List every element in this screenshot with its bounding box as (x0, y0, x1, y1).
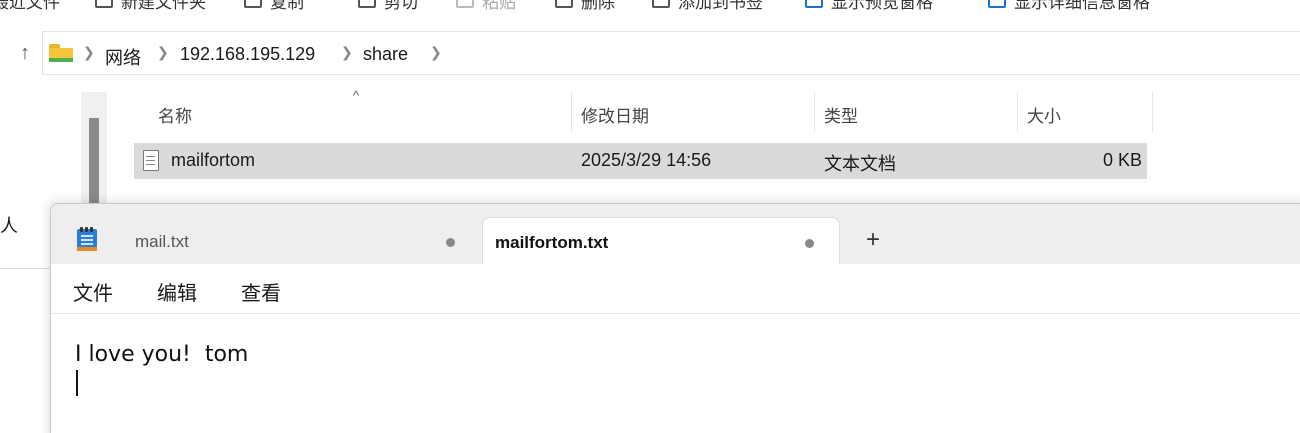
notepad-menu-bar: 文件 编辑 查看 (51, 264, 1300, 314)
cut-label: 剪切 (384, 0, 418, 12)
toolbar-add-bookmark[interactable]: 添加到书签 (652, 0, 763, 12)
menu-edit[interactable]: 编辑 (157, 277, 197, 306)
paste-icon (456, 0, 474, 8)
preview-pane-icon (805, 0, 823, 8)
column-divider[interactable] (1017, 92, 1018, 132)
scrollbar-thumb[interactable] (89, 118, 99, 212)
paste-label: 粘贴 (482, 0, 516, 12)
file-modified: 2025/3/29 14:56 (581, 150, 712, 170)
delete-icon (555, 0, 573, 8)
chevron-right-icon[interactable]: ❯ (430, 44, 442, 61)
notepad-window: mail.txt mailfortom.txt + 文件 编辑 查看 I lov… (50, 203, 1300, 433)
add-bookmark-label: 添加到书签 (678, 0, 763, 12)
tab-mailfortom-txt[interactable]: mailfortom.txt (482, 217, 840, 265)
breadcrumb-network[interactable]: 网络 (105, 44, 141, 70)
column-divider[interactable] (571, 92, 572, 132)
address-bar[interactable]: ❯ 网络 ❯ 192.168.195.129 ❯ share ❯ (42, 31, 1300, 75)
file-name: mailfortom (171, 150, 256, 170)
column-header-name[interactable]: 名称 (158, 102, 192, 127)
nav-pane-scrollbar[interactable] (81, 92, 107, 212)
column-header-modified[interactable]: 修改日期 (581, 102, 649, 127)
editor-text-line: I love you! tom (75, 342, 249, 367)
nav-pane-divider (0, 268, 50, 269)
bookmark-icon (652, 0, 670, 8)
recent-files-label: 最近文件 (0, 0, 60, 12)
new-folder-icon (95, 0, 113, 8)
text-editor[interactable]: I love you! tom (51, 315, 1300, 433)
breadcrumb-share[interactable]: share (363, 44, 408, 65)
tab-mail-txt[interactable]: mail.txt (109, 217, 466, 265)
toolbar-details-pane[interactable]: 显示详细信息窗格 (988, 0, 1150, 12)
file-type: 文本文档 (824, 154, 896, 174)
chevron-right-icon[interactable]: ❯ (83, 44, 95, 61)
toolbar-paste[interactable]: 粘贴 (456, 0, 516, 12)
column-header-type[interactable]: 类型 (824, 102, 858, 127)
delete-label: 删除 (581, 0, 615, 12)
copy-label: 复制 (270, 0, 304, 12)
folder-icon (49, 44, 73, 64)
menu-view[interactable]: 查看 (241, 277, 281, 306)
new-tab-button[interactable]: + (866, 228, 880, 252)
chevron-right-icon[interactable]: ❯ (157, 44, 169, 61)
column-header-size[interactable]: 大小 (1027, 102, 1061, 127)
toolbar-cut[interactable]: 剪切 (358, 0, 418, 12)
nav-pane-item-fragment[interactable]: 人 (0, 212, 18, 238)
address-bar-row: ↑ ❯ 网络 ❯ 192.168.195.129 ❯ share ❯ (0, 30, 1300, 76)
text-caret (76, 370, 78, 396)
column-divider[interactable] (814, 92, 815, 132)
file-size: 0 KB (1103, 150, 1143, 170)
notepad-tab-bar: mail.txt mailfortom.txt + (51, 204, 1300, 265)
menu-file[interactable]: 文件 (73, 277, 113, 306)
sort-ascending-icon: ^ (353, 88, 360, 103)
tab-title: mail.txt (135, 232, 189, 251)
toolbar-new-folder[interactable]: 新建文件夹 (95, 0, 206, 12)
chevron-right-icon[interactable]: ❯ (341, 44, 353, 61)
copy-icon (244, 0, 262, 8)
toolbar-delete[interactable]: 删除 (555, 0, 615, 12)
toolbar-copy[interactable]: 复制 (244, 0, 304, 12)
cut-icon (358, 0, 376, 8)
explorer-toolbar: 最近文件 新建文件夹 复制 剪切 粘贴 删除 添加到书签 显示预览窗格 显示详细… (0, 0, 1300, 12)
unsaved-dot-icon[interactable] (805, 239, 814, 248)
details-pane-icon (988, 0, 1006, 8)
up-arrow-icon[interactable]: ↑ (14, 40, 36, 66)
tab-title: mailfortom.txt (495, 233, 609, 252)
breadcrumb-host[interactable]: 192.168.195.129 (180, 44, 315, 65)
toolbar-recent-files[interactable]: 最近文件 (0, 0, 60, 12)
toolbar-preview-pane[interactable]: 显示预览窗格 (805, 0, 933, 12)
details-pane-label: 显示详细信息窗格 (1014, 0, 1150, 12)
unsaved-dot-icon[interactable] (446, 238, 455, 247)
text-file-icon (143, 150, 159, 171)
column-divider[interactable] (1152, 92, 1153, 132)
file-row[interactable]: mailfortom 2025/3/29 14:56 文本文档 0 KB (134, 143, 1147, 179)
new-folder-label: 新建文件夹 (121, 0, 206, 12)
preview-pane-label: 显示预览窗格 (831, 0, 933, 12)
notepad-app-icon (77, 227, 97, 251)
